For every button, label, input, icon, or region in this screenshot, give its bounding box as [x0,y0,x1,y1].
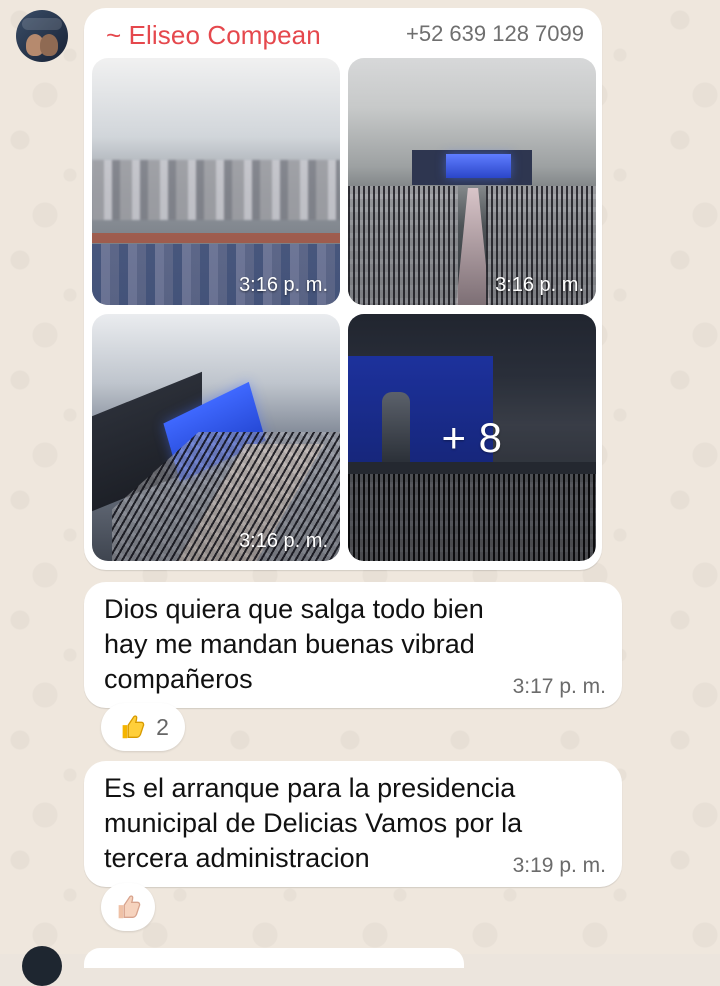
photo-2-chairs-left [348,186,458,305]
next-message-avatar[interactable] [22,946,62,986]
photo-2-screen [446,154,511,178]
media-message-bubble[interactable]: ~ Eliseo Compean +52 639 128 7099 3:16 p… [84,8,602,570]
text-message-bubble-2[interactable]: Es el arranque para la presidencia munic… [84,761,622,887]
more-photos-thumbnail[interactable]: + 8 [348,314,596,561]
sender-avatar[interactable] [16,10,68,62]
thumbs-up-icon [122,715,145,739]
text-message-bubble-1[interactable]: Dios quiera que salga todo bien hay me m… [84,582,622,708]
reaction-thumbs-up-light-skin[interactable] [101,883,155,931]
photo-timestamp: 3:16 p. m. [239,530,328,552]
photo-thumbnail-1[interactable]: 3:16 p. m. [92,58,340,305]
message-time: 3:17 p. m. [512,675,606,698]
sender-phone[interactable]: +52 639 128 7099 [406,21,584,47]
photo-1-stage-edge [92,233,340,243]
photo-thumbnail-2[interactable]: 3:16 p. m. [348,58,596,305]
photo-2-aisle [456,188,490,305]
photo-image-3 [92,314,340,561]
photo-timestamp: 3:16 p. m. [495,274,584,296]
thumbs-up-icon [118,895,141,919]
photo-1-seats [92,160,340,220]
photo-grid: 3:16 p. m. 3:16 p. m. 3:16 p. m. + 8 [92,58,596,562]
message-time: 3:19 p. m. [512,854,606,877]
next-message-bubble[interactable] [84,948,464,968]
photo-thumbnail-3[interactable]: 3:16 p. m. [92,314,340,561]
message-text: Es el arranque para la presidencia munic… [104,773,523,873]
more-photos-count: + 8 [441,413,503,461]
avatar-shine [22,18,62,30]
avatar-person-2 [40,34,58,56]
photo-image-2 [348,58,596,305]
photo-image-1 [92,58,340,305]
reaction-thumbs-up[interactable]: 2 [101,703,185,751]
message-text: Dios quiera que salga todo bien hay me m… [104,594,484,694]
reaction-count: 2 [156,713,169,740]
sender-name[interactable]: ~ Eliseo Compean [106,20,321,51]
photo-timestamp: 3:16 p. m. [239,274,328,296]
